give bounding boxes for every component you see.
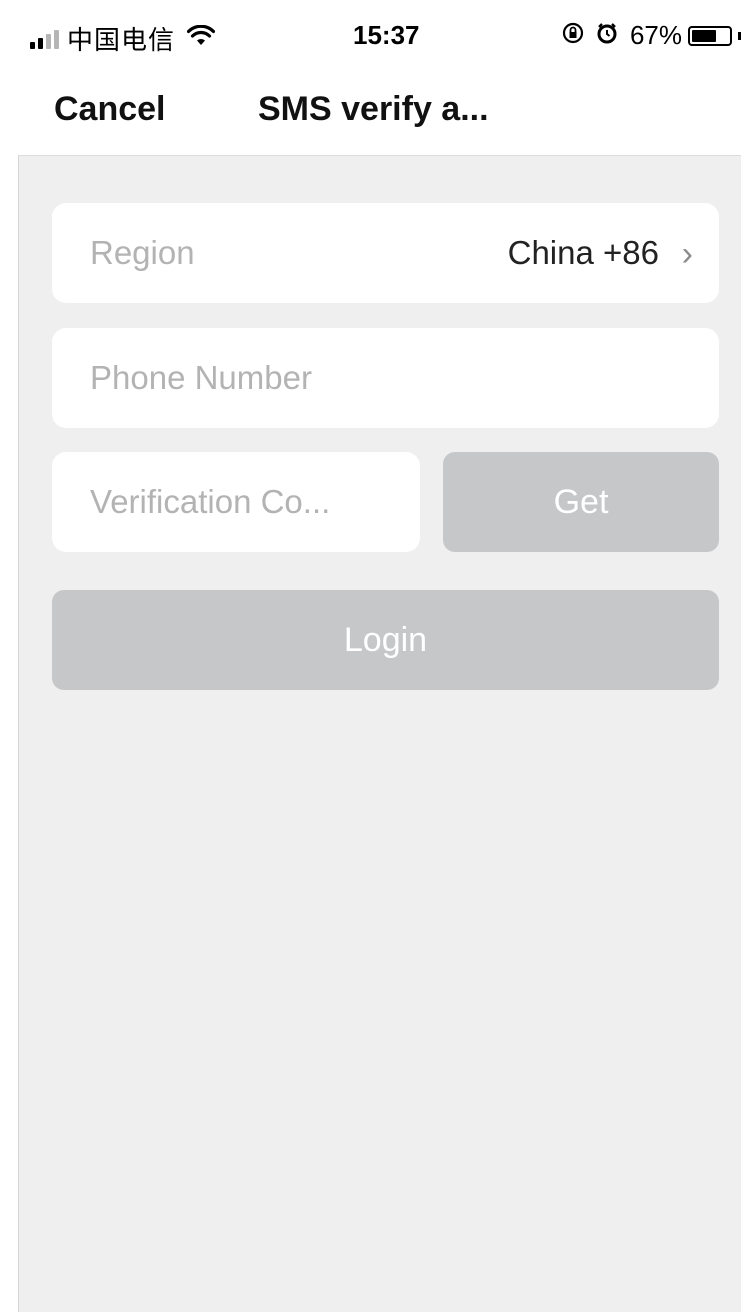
phone-number-placeholder: Phone Number bbox=[90, 359, 312, 396]
region-selector[interactable]: Region China +86 › bbox=[52, 203, 719, 303]
verification-code-field[interactable]: Verification Co... bbox=[52, 452, 420, 552]
region-label: Region bbox=[90, 234, 195, 271]
status-right: 67% bbox=[562, 20, 741, 51]
page-title: SMS verify a... bbox=[258, 90, 489, 128]
battery-icon bbox=[688, 25, 732, 46]
signal-icon bbox=[30, 29, 59, 49]
battery-fill bbox=[692, 29, 717, 42]
status-bar: 中国电信 15:37 67% bbox=[0, 0, 741, 72]
navigation-bar: Cancel SMS verify a... bbox=[18, 72, 741, 156]
status-time: 15:37 bbox=[353, 20, 420, 50]
region-value: China +86 bbox=[507, 234, 659, 271]
left-margin bbox=[0, 0, 18, 1312]
chevron-right-icon: › bbox=[681, 235, 693, 273]
login-button[interactable]: Login bbox=[52, 590, 719, 690]
get-code-button[interactable]: Get bbox=[443, 452, 719, 552]
battery-percent: 67% bbox=[629, 20, 682, 50]
alarm-icon bbox=[596, 22, 618, 50]
verification-code-placeholder: Verification Co... bbox=[90, 483, 331, 520]
cancel-button[interactable]: Cancel bbox=[54, 90, 166, 129]
carrier-name: 中国电信 bbox=[67, 25, 176, 55]
status-left: 中国电信 bbox=[30, 20, 216, 57]
wifi-icon bbox=[186, 23, 216, 54]
phone-number-field[interactable]: Phone Number bbox=[52, 328, 719, 428]
rotation-lock-icon bbox=[562, 22, 584, 50]
